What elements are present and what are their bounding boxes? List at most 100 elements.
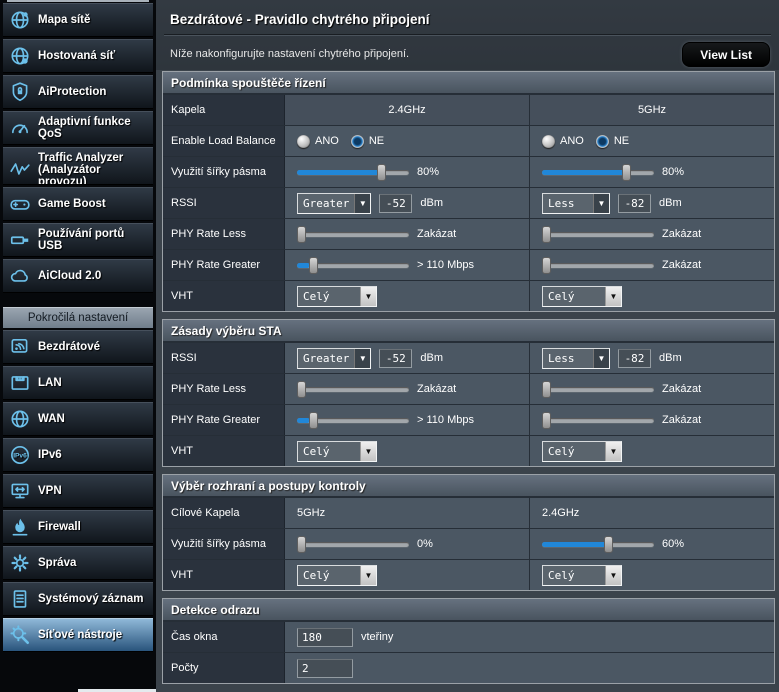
sidebar-item-firewall[interactable]: Firewall (3, 510, 153, 544)
rssi-value-input[interactable] (379, 194, 412, 213)
table-row-counts: Počty (163, 652, 774, 683)
vht-select[interactable]: Celý ▼ (542, 441, 622, 462)
sidebar-item-game-boost[interactable]: Game Boost (3, 187, 153, 221)
sidebar-item-wan[interactable]: WAN (3, 402, 153, 436)
vht-select[interactable]: Celý ▼ (297, 286, 377, 307)
sidebar: Mapa sítě Hostovaná síť AiProtection Ada… (0, 0, 156, 692)
rssi-value-input[interactable] (618, 194, 651, 213)
slider-value-text: Zakázat (662, 228, 701, 240)
sidebar-item-aiprotection[interactable]: AiProtection (3, 75, 153, 109)
radio-ne[interactable] (596, 135, 609, 148)
radio-ano-label: ANO (560, 135, 584, 147)
vht-select[interactable]: Celý ▼ (542, 565, 622, 586)
slider-handle[interactable] (542, 381, 551, 398)
radio-ano[interactable] (542, 135, 555, 148)
vht-select[interactable]: Celý ▼ (297, 441, 377, 462)
unit-label: dBm (420, 197, 443, 209)
phy-rate-slider[interactable] (297, 232, 409, 237)
sidebar-item-label: Traffic Analyzer (Analyzátor provozu) (38, 152, 151, 185)
sidebar-item-label: Správa (38, 557, 76, 569)
sidebar-item-label: LAN (38, 377, 62, 389)
phy-rate-slider[interactable] (542, 232, 654, 237)
phy-rate-slider[interactable] (297, 263, 409, 268)
sidebar-item-lan[interactable]: LAN (3, 366, 153, 400)
phy-rate-slider[interactable] (542, 387, 654, 392)
table-row-vht: VHT Celý ▼ Celý ▼ (163, 559, 774, 590)
slider-value-text: Zakázat (662, 259, 701, 271)
view-list-button[interactable]: View List (682, 42, 770, 67)
slider-handle[interactable] (604, 536, 613, 553)
slider-handle[interactable] (297, 536, 306, 553)
table-row-band: Kapela 2.4GHz 5GHz (163, 94, 774, 125)
sidebar-item-aicloud[interactable]: AiCloud 2.0 (3, 259, 153, 293)
network-tools-icon (9, 624, 31, 646)
sidebar-item-label: Systémový záznam (38, 593, 143, 605)
sidebar-item-guest-network[interactable]: Hostovaná síť (3, 39, 153, 73)
phy-rate-slider[interactable] (542, 418, 654, 423)
syslog-document-icon (9, 588, 31, 610)
slider-value-text: Zakázat (662, 414, 701, 426)
phy-rate-slider[interactable] (542, 263, 654, 268)
sidebar-item-usb[interactable]: Používání portů USB (3, 223, 153, 257)
sidebar-item-label: Síťové nástroje (38, 629, 122, 641)
sidebar-item-label: AiProtection (38, 86, 106, 98)
radio-ne[interactable] (351, 135, 364, 148)
bandwidth-slider[interactable] (297, 170, 409, 175)
vht-select[interactable]: Celý ▼ (297, 565, 377, 586)
sidebar-item-label: Firewall (38, 521, 81, 533)
slider-value-text: Zakázat (417, 383, 456, 395)
rssi-value-input[interactable] (379, 349, 412, 368)
sidebar-item-network-map[interactable]: Mapa sítě (3, 3, 153, 37)
page-title: Bezdrátové - Pravidlo chytrého připojení (156, 0, 779, 27)
section-bounce-detect: Detekce odrazu Čas okna vteřiny Počty (162, 598, 775, 684)
sidebar-item-ipv6[interactable]: IPv6 IPv6 (3, 438, 153, 472)
lan-port-icon (9, 372, 31, 394)
slider-handle[interactable] (542, 257, 551, 274)
rssi-op-select[interactable]: Less ▼ (542, 193, 610, 214)
sidebar-item-wireless[interactable]: Bezdrátové (3, 330, 153, 364)
rssi-op-select[interactable]: Greater ▼ (297, 348, 371, 369)
section-sta-selection: Zásady výběru STA RSSI Greater ▼ dBm Les… (162, 319, 775, 467)
slider-handle[interactable] (542, 226, 551, 243)
rssi-op-select[interactable]: Less ▼ (542, 348, 610, 369)
rssi-value-input[interactable] (618, 349, 651, 368)
chevron-down-icon: ▼ (605, 287, 621, 306)
window-time-input[interactable] (297, 628, 353, 647)
row-label: Čas okna (163, 622, 285, 652)
slider-handle[interactable] (622, 164, 631, 181)
slider-handle[interactable] (297, 381, 306, 398)
sidebar-item-adaptive-qos[interactable]: Adaptivní funkce QoS (3, 111, 153, 145)
slider-handle[interactable] (297, 226, 306, 243)
sidebar-item-administration[interactable]: Správa (3, 546, 153, 580)
bandwidth-slider[interactable] (297, 542, 409, 547)
vht-select[interactable]: Celý ▼ (542, 286, 622, 307)
gamepad-icon (9, 193, 31, 215)
table-row-vht: VHT Celý ▼ Celý ▼ (163, 435, 774, 466)
sidebar-item-vpn[interactable]: VPN (3, 474, 153, 508)
sidebar-item-label: WAN (38, 413, 65, 425)
radio-ano[interactable] (297, 135, 310, 148)
row-label: Využití šířky pásma (163, 529, 285, 559)
sidebar-item-network-tools[interactable]: Síťové nástroje (3, 618, 153, 652)
sidebar-item-label: Bezdrátové (38, 341, 100, 353)
sidebar-item-system-log[interactable]: Systémový záznam (3, 582, 153, 616)
firewall-flame-icon (9, 516, 31, 538)
phy-rate-slider[interactable] (297, 387, 409, 392)
slider-value-text: Zakázat (662, 383, 701, 395)
slider-handle[interactable] (309, 412, 318, 429)
slider-handle[interactable] (542, 412, 551, 429)
slider-handle[interactable] (309, 257, 318, 274)
counts-input[interactable] (297, 659, 353, 678)
rssi-op-select[interactable]: Greater ▼ (297, 193, 371, 214)
bandwidth-slider[interactable] (542, 170, 654, 175)
table-row-phy-rate-greater: PHY Rate Greater > 110 Mbps Zakázat (163, 404, 774, 435)
row-label: VHT (163, 436, 285, 466)
bandwidth-slider[interactable] (542, 542, 654, 547)
phy-rate-slider[interactable] (297, 418, 409, 423)
slider-value-text: Zakázat (417, 228, 456, 240)
chevron-down-icon: ▼ (354, 349, 370, 368)
row-label: Enable Load Balance (163, 126, 285, 156)
slider-handle[interactable] (377, 164, 386, 181)
sidebar-item-traffic-analyzer[interactable]: Traffic Analyzer (Analyzátor provozu) (3, 147, 153, 185)
sidebar-section-header: Pokročilá nastavení (3, 307, 153, 328)
